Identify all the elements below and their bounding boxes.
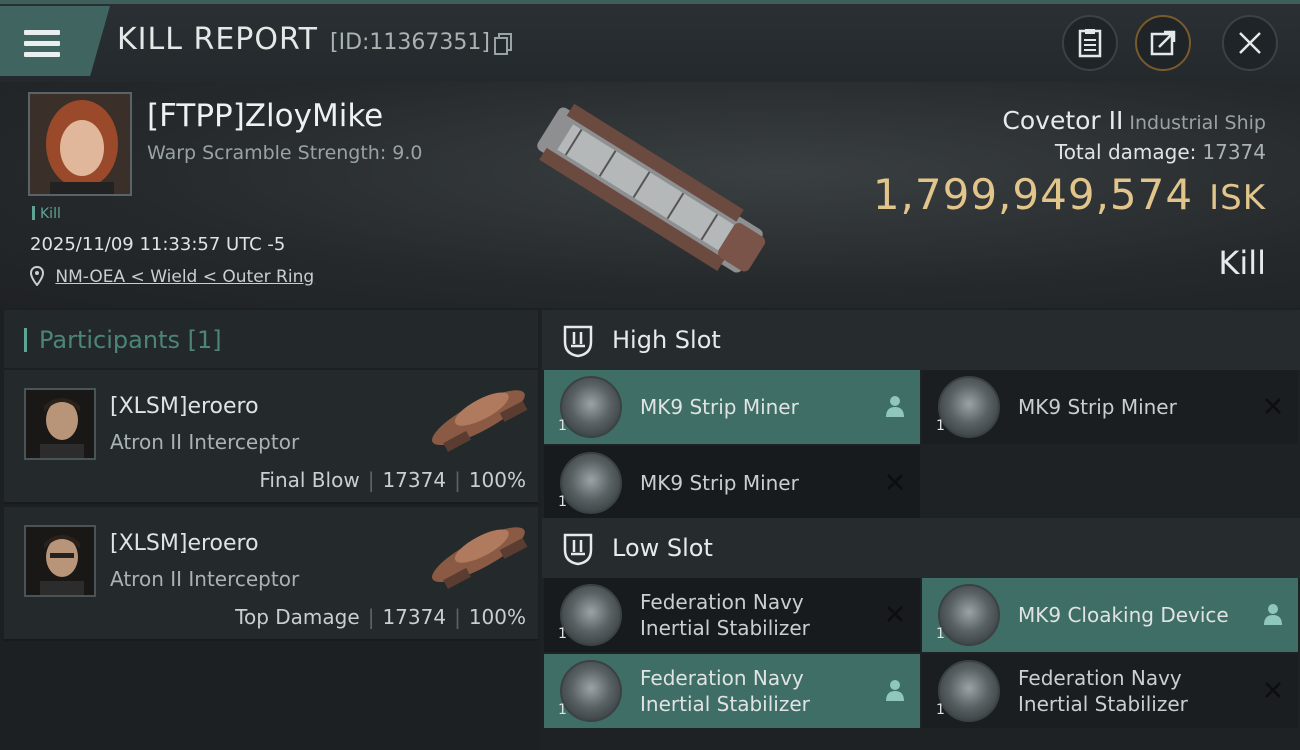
high-slot-title: High Slot: [612, 326, 721, 354]
victim-portrait[interactable]: [28, 92, 132, 196]
module-name-line2: Inertial Stabilizer: [1018, 692, 1188, 716]
participant-name: [XLSM]eroero: [110, 531, 259, 556]
victim-name[interactable]: [FTPP]ZloyMike: [147, 98, 383, 134]
participants-title: Participants [1]: [24, 326, 222, 354]
module-slot[interactable]: 1 MK9 Cloaking Device: [922, 578, 1298, 652]
module-slot[interactable]: 1 MK9 Strip Miner: [544, 446, 920, 520]
participant-damage: 17374: [382, 468, 447, 492]
victim-ship-image: [537, 103, 766, 273]
module-quantity: 1: [558, 418, 567, 434]
isk-unit: ISK: [1209, 178, 1266, 218]
close-button[interactable]: [1222, 15, 1278, 71]
module-slot[interactable]: 1 MK9 Strip Miner: [544, 370, 920, 444]
share-icon: [1150, 30, 1176, 56]
page-title: KILL REPORT: [117, 22, 318, 57]
person-icon: [886, 680, 904, 701]
strip-miner-icon: [560, 376, 622, 438]
hamburger-icon: [24, 30, 60, 58]
destroyed-icon: [1265, 682, 1281, 698]
total-damage: Total damage: 17374: [1055, 140, 1266, 164]
kill-timestamp: 2025/11/09 11:33:57 UTC -5: [30, 234, 286, 255]
module-name-line2: Inertial Stabilizer: [640, 692, 810, 716]
total-damage-value: 17374: [1202, 140, 1266, 164]
kill-location[interactable]: NM-OEA < Wield < Outer Ring: [29, 265, 314, 287]
copy-icon[interactable]: [494, 33, 512, 55]
avatar: [24, 388, 96, 460]
module-slot[interactable]: 1 Federation Navy Inertial Stabilizer: [544, 654, 920, 728]
participant-row[interactable]: [XLSM]eroero Atron II Interceptor Final …: [4, 370, 538, 504]
module-name: MK9 Strip Miner: [1018, 395, 1177, 419]
avatar: [30, 94, 130, 194]
inertial-stabilizer-icon: [560, 660, 622, 722]
victim-ship-name[interactable]: Covetor II Industrial Ship: [1002, 106, 1266, 135]
participant-name: [XLSM]eroero: [110, 394, 259, 419]
report-id: [ID:11367351]: [330, 30, 490, 55]
strip-miner-icon: [938, 376, 1000, 438]
person-icon: [886, 396, 904, 417]
module-name: MK9 Cloaking Device: [1018, 603, 1229, 627]
module-name-line2: Inertial Stabilizer: [640, 616, 810, 640]
participant-ship: Atron II Interceptor: [110, 567, 300, 591]
low-slot-icon: [563, 533, 593, 566]
ship-class: Industrial Ship: [1129, 112, 1266, 134]
participant-role: Top Damage: [235, 605, 360, 629]
ship-name-text: Covetor II: [1002, 106, 1124, 135]
notes-button[interactable]: [1062, 15, 1118, 71]
module-name: Federation Navy Inertial Stabilizer: [640, 665, 810, 717]
module-quantity: 1: [936, 626, 945, 642]
module-slot[interactable]: 1 MK9 Strip Miner: [922, 370, 1298, 444]
participant-ship-image: [432, 390, 528, 452]
participant-role: Final Blow: [259, 468, 360, 492]
low-slot-header: Low Slot: [542, 518, 1300, 578]
participant-percent: 100%: [468, 605, 526, 629]
inertial-stabilizer-icon: [560, 584, 622, 646]
destroyed-icon: [887, 606, 903, 622]
destroyed-icon: [1265, 398, 1281, 414]
high-slot-icon: [563, 325, 593, 358]
location-link[interactable]: NM-OEA < Wield < Outer Ring: [55, 267, 314, 287]
menu-button[interactable]: [0, 6, 110, 76]
participant-ship: Atron II Interceptor: [110, 430, 300, 454]
participant-damage: 17374: [382, 605, 447, 629]
participant-row[interactable]: [XLSM]eroero Atron II Interceptor Top Da…: [4, 507, 538, 641]
isk-value: 1,799,949,574 ISK: [873, 170, 1266, 219]
participant-stats: Final Blow | 17374 | 100%: [259, 468, 526, 492]
low-slot-title: Low Slot: [612, 534, 713, 562]
isk-amount: 1,799,949,574: [872, 170, 1194, 219]
participant-stats: Top Damage | 17374 | 100%: [235, 605, 526, 629]
person-icon: [1264, 604, 1282, 625]
kill-tag: Kill: [32, 206, 61, 222]
module-name: MK9 Strip Miner: [640, 395, 799, 419]
clipboard-icon: [1078, 29, 1102, 58]
participant-percent: 100%: [468, 468, 526, 492]
module-name-line1: Federation Navy: [640, 666, 804, 690]
avatar: [24, 525, 96, 597]
header-accent-line: [0, 0, 1300, 4]
high-slot-header: High Slot: [542, 310, 1300, 370]
total-damage-label: Total damage:: [1054, 140, 1197, 164]
kill-status: Kill: [1218, 244, 1266, 282]
module-quantity: 1: [936, 702, 945, 718]
module-quantity: 1: [936, 418, 945, 434]
module-name: Federation Navy Inertial Stabilizer: [1018, 665, 1188, 717]
module-slot[interactable]: 1 Federation Navy Inertial Stabilizer: [544, 578, 920, 652]
share-button[interactable]: [1135, 15, 1191, 71]
cloaking-device-icon: [938, 584, 1000, 646]
module-slot[interactable]: 1 Federation Navy Inertial Stabilizer: [922, 654, 1298, 728]
module-name: Federation Navy Inertial Stabilizer: [640, 589, 810, 641]
participant-ship-image: [432, 527, 528, 589]
header-bar: KILL REPORT [ID:11367351]: [0, 0, 1300, 82]
destroyed-icon: [887, 474, 903, 490]
location-pin-icon: [29, 265, 45, 287]
module-name-line1: Federation Navy: [1018, 666, 1182, 690]
warp-scramble-strength: Warp Scramble Strength: 9.0: [147, 142, 423, 164]
close-icon: [1239, 32, 1261, 54]
module-quantity: 1: [558, 702, 567, 718]
module-name: MK9 Strip Miner: [640, 471, 799, 495]
inertial-stabilizer-icon: [938, 660, 1000, 722]
module-name-line1: Federation Navy: [640, 590, 804, 614]
module-quantity: 1: [558, 626, 567, 642]
module-quantity: 1: [558, 494, 567, 510]
strip-miner-icon: [560, 452, 622, 514]
